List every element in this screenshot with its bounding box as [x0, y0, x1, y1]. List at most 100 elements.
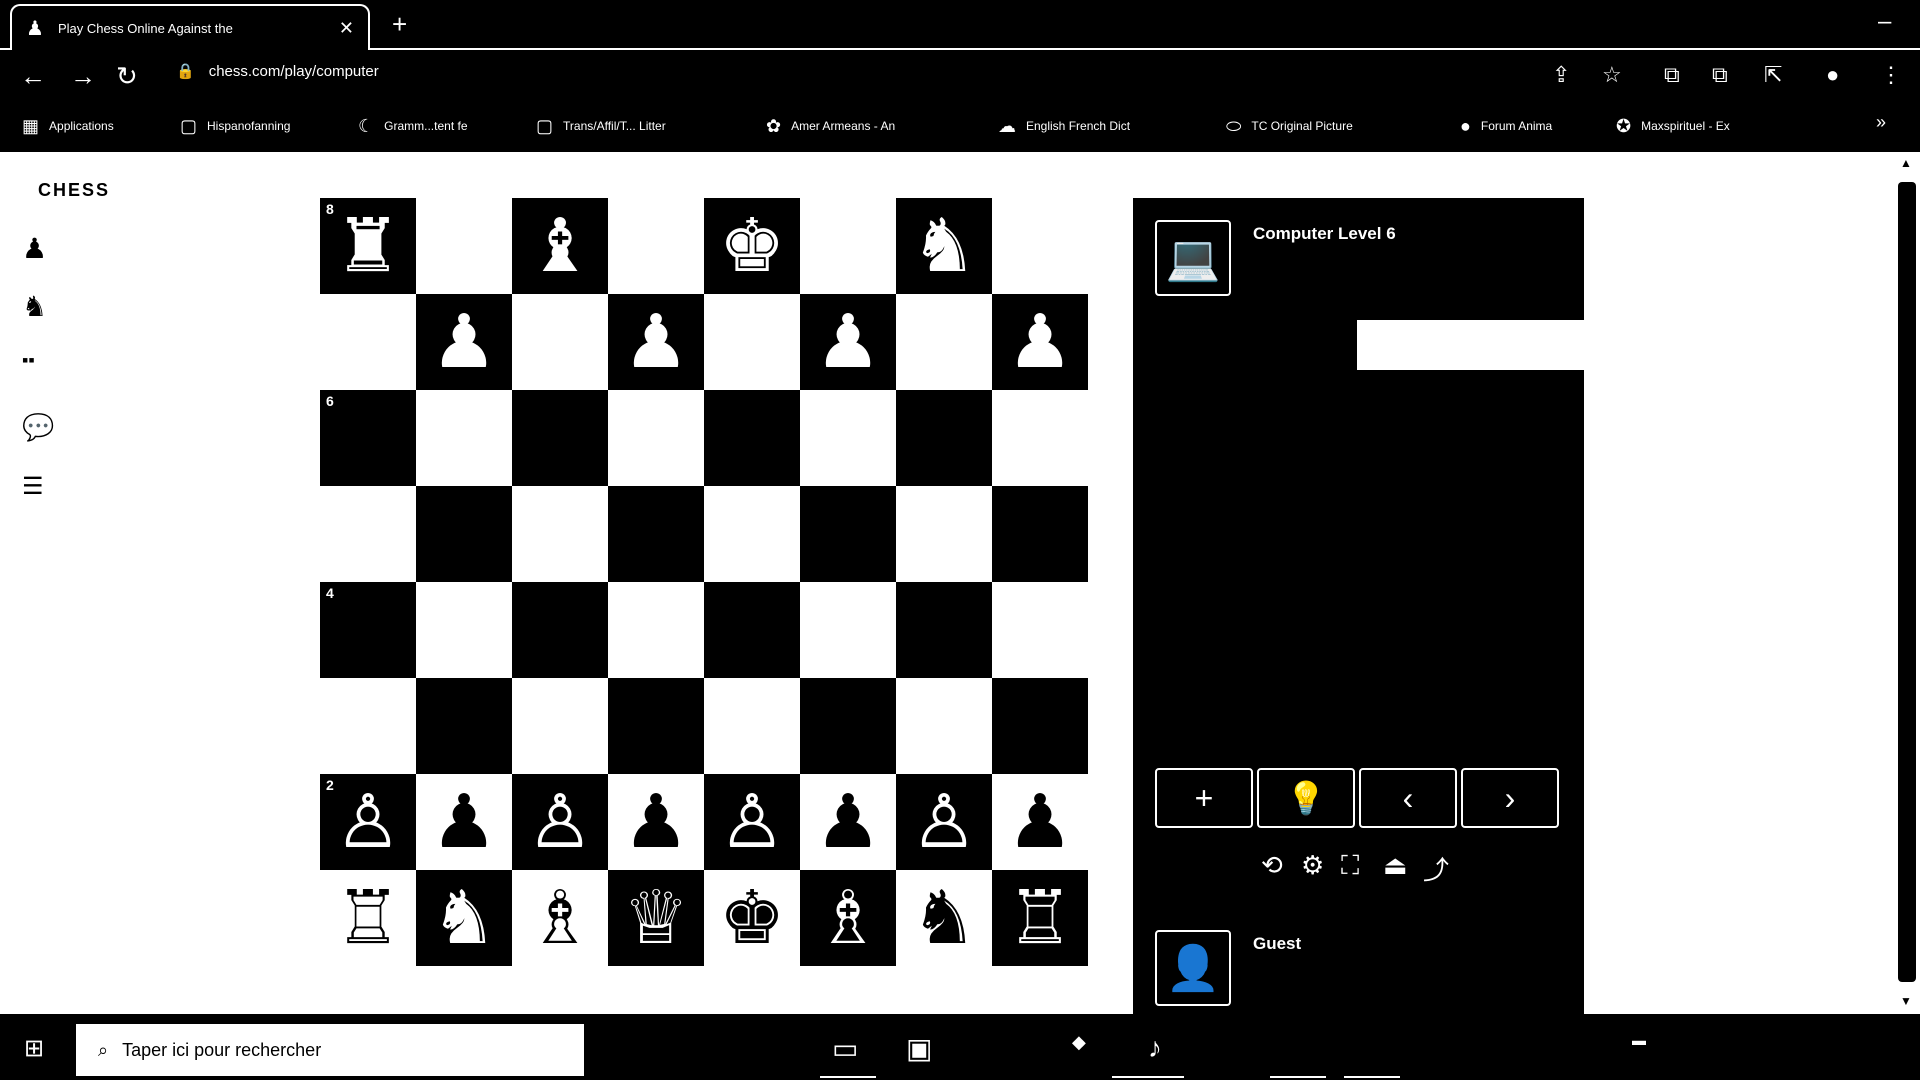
bookmark-7[interactable]: ● Forum Anima [1460, 112, 1552, 140]
board-square[interactable] [704, 294, 800, 390]
board-square[interactable]: ♗ [512, 870, 608, 966]
board-square[interactable]: ♟ [800, 294, 896, 390]
board-square[interactable]: ♟ [416, 294, 512, 390]
analysis-icon[interactable]: ⛶ [1341, 850, 1359, 882]
back-button[interactable]: ← [20, 62, 46, 90]
board-square[interactable]: ♟ [608, 294, 704, 390]
chess-piece-pawn[interactable]: ♟ [815, 785, 881, 859]
windows-start-icon[interactable]: ⊞ [24, 1034, 44, 1063]
more-nav-icon[interactable]: ☰ [22, 472, 44, 501]
board-square[interactable] [800, 198, 896, 294]
board-square[interactable]: ♟ [800, 774, 896, 870]
scrollbar[interactable]: ▲ ▼ [1894, 152, 1920, 1014]
board-square[interactable] [704, 390, 800, 486]
browser-menu-icon[interactable]: ⋮ [1880, 62, 1902, 88]
board-square[interactable] [992, 582, 1088, 678]
board-square[interactable] [416, 582, 512, 678]
board-square[interactable] [608, 390, 704, 486]
chess-piece-bishop[interactable]: ♗ [815, 881, 881, 955]
board-square[interactable]: 4 [320, 582, 416, 678]
music-app-icon[interactable]: ♪ [1148, 1032, 1162, 1064]
close-tab-icon[interactable]: ✕ [339, 18, 354, 39]
board-square[interactable]: ♙ [704, 774, 800, 870]
chess-piece-king[interactable]: ♚ [719, 881, 785, 955]
profile-avatar[interactable]: ● [1826, 62, 1839, 88]
board-square[interactable]: ♙ [896, 774, 992, 870]
board-square[interactable] [512, 390, 608, 486]
bookmark-5[interactable]: ☁ English French Dict [998, 112, 1130, 140]
board-square[interactable] [608, 486, 704, 582]
minimize-window-button[interactable]: – [1878, 8, 1891, 36]
reload-button[interactable]: ↻ [116, 62, 138, 90]
chess-piece-knight[interactable]: ♞ [911, 209, 977, 283]
new-game-button[interactable]: + [1155, 768, 1253, 828]
chess-piece-rook[interactable]: ♖ [335, 881, 401, 955]
board-square[interactable] [896, 390, 992, 486]
flip-board-icon[interactable]: ⟲ [1261, 850, 1283, 881]
scroll-thumb[interactable] [1898, 182, 1916, 982]
board-square[interactable]: ♞ [416, 870, 512, 966]
chessboard[interactable]: 8 ♜ ♝ ♚ ♞ ♟ ♟ ♟ ♟ 6 4 2 ♙ ♟ ♙ ♟ ♙ ♟ ♙ ♟ ♖ ♞ ♗ ♕ ♚ ♗ ♞ ♖ [320, 198, 1088, 966]
chess-piece-rook[interactable]: ♖ [1007, 881, 1073, 955]
board-square[interactable] [416, 678, 512, 774]
app-icon[interactable]: ◆ [1072, 1032, 1086, 1053]
board-square[interactable] [896, 678, 992, 774]
board-square[interactable] [992, 678, 1088, 774]
next-move-button[interactable]: › [1461, 768, 1559, 828]
learn-nav-icon[interactable]: ▪▪ [22, 350, 35, 371]
board-square[interactable] [992, 390, 1088, 486]
board-square[interactable]: ♗ [800, 870, 896, 966]
board-square[interactable]: ♖ [320, 870, 416, 966]
board-square[interactable]: ♖ [992, 870, 1088, 966]
board-square[interactable] [512, 294, 608, 390]
board-square[interactable] [608, 582, 704, 678]
board-square[interactable]: ♞ [896, 870, 992, 966]
bookmark-2[interactable]: ☾ Gramm...tent fe [358, 112, 468, 140]
chess-piece-pawn[interactable]: ♙ [527, 785, 593, 859]
bookmark-4[interactable]: ✿ Amer Armeans - An [766, 112, 895, 140]
board-square[interactable]: ♙ [512, 774, 608, 870]
previous-move-button[interactable]: ‹ [1359, 768, 1457, 828]
puzzles-nav-icon[interactable]: ♞ [22, 290, 47, 323]
chess-piece-pawn[interactable]: ♟ [623, 785, 689, 859]
board-square[interactable]: ♚ [704, 870, 800, 966]
chess-piece-knight[interactable]: ♞ [431, 881, 497, 955]
extension-icon[interactable]: ⇪ [1552, 62, 1570, 88]
board-square[interactable] [512, 582, 608, 678]
site-logo[interactable]: CHESS [38, 180, 110, 201]
board-square[interactable] [608, 198, 704, 294]
chat-nav-icon[interactable]: 💬 [22, 412, 54, 443]
bookmark-1[interactable]: ▢ Hispanofanning [180, 112, 290, 140]
chess-piece-king[interactable]: ♚ [719, 209, 785, 283]
board-square[interactable]: ♟ [992, 294, 1088, 390]
board-square[interactable]: ♞ [896, 198, 992, 294]
extension-icon-3[interactable]: ⧉ [1712, 62, 1728, 88]
board-square[interactable] [416, 198, 512, 294]
bookmark-3[interactable]: ▢ Trans/Affil/T... Litter [536, 112, 666, 140]
board-square[interactable]: ♕ [608, 870, 704, 966]
chess-piece-knight[interactable]: ♞ [911, 881, 977, 955]
forward-button[interactable]: → [70, 62, 96, 90]
more-bookmarks-icon[interactable]: » [1876, 112, 1886, 133]
bookmark-6[interactable]: ⬭ TC Original Picture [1226, 112, 1353, 140]
chess-piece-pawn[interactable]: ♟ [1007, 305, 1073, 379]
chess-piece-bishop[interactable]: ♗ [527, 881, 593, 955]
board-square[interactable]: 2 ♙ [320, 774, 416, 870]
hint-button[interactable]: 💡 [1257, 768, 1355, 828]
chess-piece-pawn[interactable]: ♟ [431, 305, 497, 379]
bookmark-8[interactable]: ✪ Maxspirituel - Ex [1616, 112, 1730, 140]
scroll-down-icon[interactable]: ▼ [1900, 994, 1912, 1008]
task-view-icon[interactable]: ▭ [832, 1032, 858, 1065]
board-square[interactable] [416, 486, 512, 582]
board-square[interactable] [512, 678, 608, 774]
chess-piece-bishop[interactable]: ♝ [527, 209, 593, 283]
file-explorer-icon[interactable]: ▣ [906, 1032, 932, 1065]
new-tab-button[interactable]: + [392, 10, 407, 38]
chess-piece-pawn[interactable]: ♙ [719, 785, 785, 859]
chess-piece-rook[interactable]: ♜ [335, 209, 401, 283]
settings-gear-icon[interactable]: ⚙ [1301, 850, 1324, 881]
board-square[interactable] [800, 678, 896, 774]
address-bar[interactable]: 🔒 chess.com/play/computer [176, 62, 379, 81]
board-square[interactable]: ♟ [608, 774, 704, 870]
board-square[interactable]: 6 [320, 390, 416, 486]
